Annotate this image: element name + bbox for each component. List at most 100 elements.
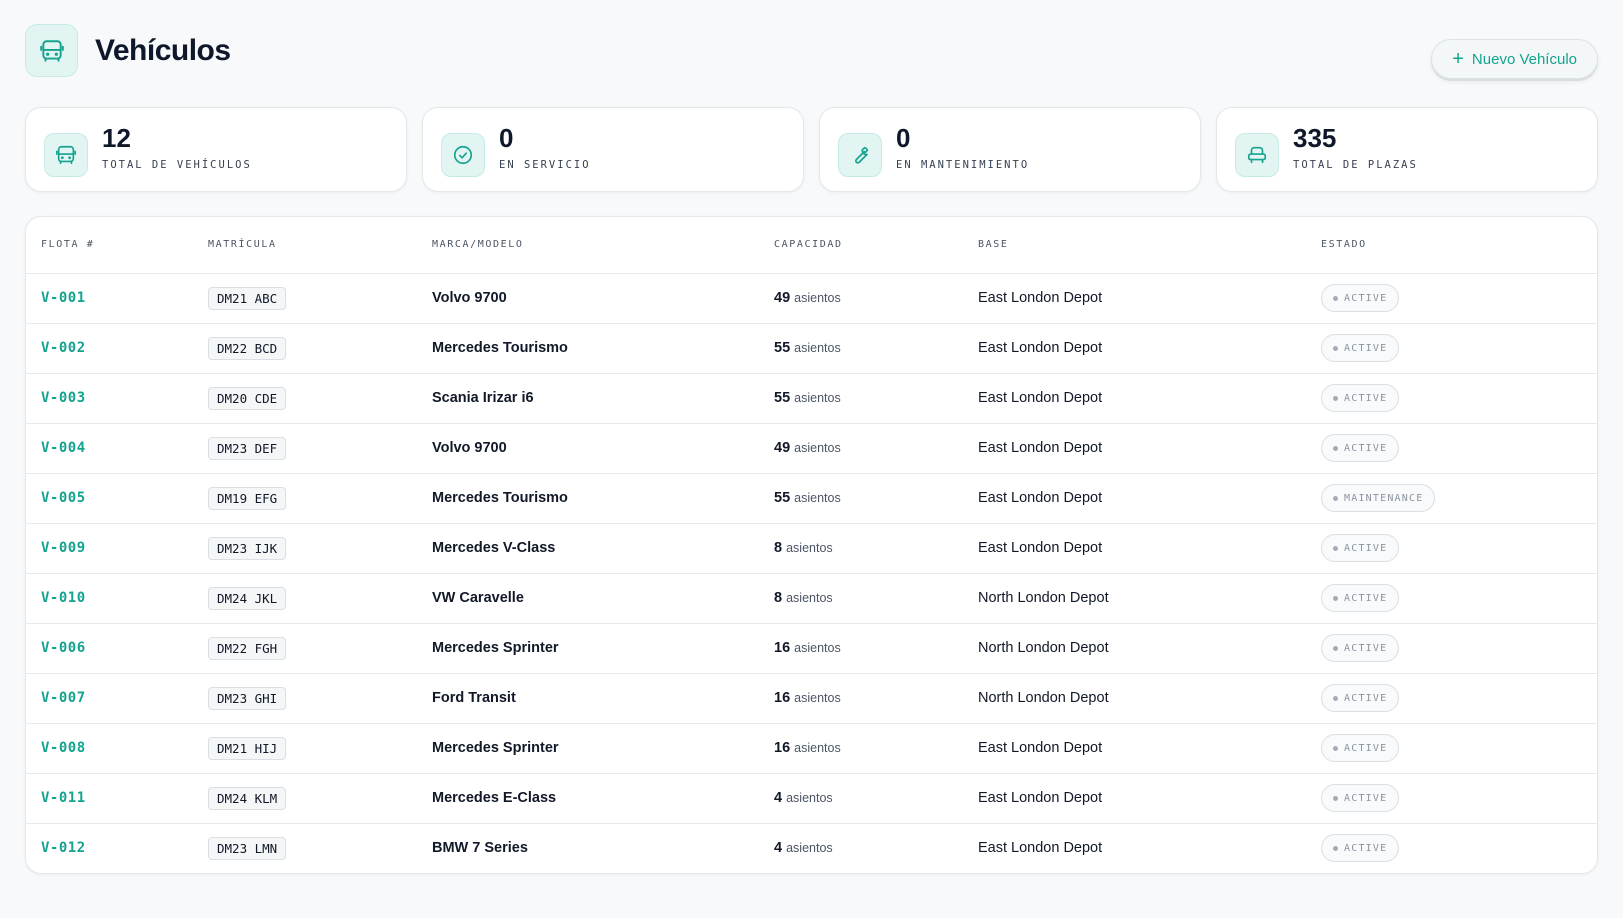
- stat-label: EN SERVICIO: [499, 158, 591, 171]
- status-dot-icon: [1333, 695, 1338, 701]
- fleet-number-link[interactable]: V-008: [41, 740, 86, 756]
- capacity-unit: asientos: [786, 841, 833, 856]
- status-dot-icon: [1333, 795, 1338, 801]
- table-row[interactable]: V-007 DM23 GHI Ford Transit 16 asientos Nort…: [26, 673, 1597, 724]
- table-row[interactable]: V-002 DM22 BCD Mercedes Tourismo 55 asiento…: [26, 323, 1597, 374]
- bus-icon: [25, 24, 78, 77]
- vehicle-base: North London Depot: [978, 590, 1109, 606]
- column-header-base[interactable]: BASE: [978, 217, 1321, 274]
- plate-tag: DM19 EFG: [208, 486, 287, 510]
- capacity-unit: asientos: [794, 291, 841, 305]
- vehicle-base: East London Depot: [978, 740, 1103, 756]
- status-text: ACTIVE: [1344, 592, 1388, 604]
- plate-tag: DM23 LMN: [208, 836, 287, 860]
- status-badge: ACTIVE: [1321, 384, 1400, 412]
- capacity-value: 16: [774, 740, 791, 756]
- table-row[interactable]: V-008 DM21 HIJ Mercedes Sprinter 16 asiento…: [26, 723, 1597, 774]
- status-text: ACTIVE: [1344, 292, 1388, 304]
- vehicle-base: East London Depot: [978, 440, 1103, 456]
- status-dot-icon: [1333, 345, 1338, 351]
- capacity-value: 8: [774, 540, 783, 556]
- fleet-number-link[interactable]: V-007: [41, 690, 86, 706]
- status-dot-icon: [1333, 745, 1338, 751]
- status-text: ACTIVE: [1344, 392, 1388, 404]
- capacity-unit: asientos: [794, 741, 841, 755]
- plate-tag: DM23 IJK: [208, 536, 287, 560]
- vehicle-base: East London Depot: [978, 840, 1103, 857]
- stat-label: EN MANTENIMIENTO: [896, 158, 1030, 171]
- status-dot-icon: [1333, 445, 1338, 451]
- table-row[interactable]: V-004 DM23 DEF Volvo 9700 49 asientos East L…: [26, 423, 1597, 474]
- status-badge: ACTIVE: [1321, 734, 1400, 762]
- capacity-unit: asientos: [794, 641, 841, 655]
- table-row[interactable]: V-010 DM24 JKL VW Caravelle 8 asientos North…: [26, 573, 1597, 624]
- fleet-number-link[interactable]: V-009: [41, 540, 86, 556]
- fleet-number-link[interactable]: V-010: [41, 590, 86, 606]
- column-header-status[interactable]: ESTADO: [1321, 217, 1597, 274]
- vehicle-model: Mercedes Sprinter: [432, 640, 559, 656]
- column-header-fleet[interactable]: FLOTA #: [26, 217, 208, 274]
- status-badge: ACTIVE: [1321, 684, 1400, 712]
- column-header-plate[interactable]: MATRÍCULA: [208, 217, 432, 274]
- fleet-number-link[interactable]: V-012: [41, 840, 86, 856]
- table-row[interactable]: V-012 DM23 LMN BMW 7 Series 4 asientos East …: [26, 823, 1597, 873]
- stat-label: TOTAL DE PLAZAS: [1293, 158, 1418, 171]
- vehicle-model: Scania Irizar i6: [432, 390, 534, 406]
- plate-tag: DM20 CDE: [208, 386, 287, 410]
- stat-label: TOTAL DE VEHÍCULOS: [102, 158, 252, 171]
- plate-tag: DM21 ABC: [208, 286, 287, 310]
- fleet-number-link[interactable]: V-005: [41, 490, 86, 506]
- fleet-number-link[interactable]: V-003: [41, 390, 86, 406]
- stat-value: 335: [1293, 122, 1337, 153]
- fleet-number-link[interactable]: V-011: [41, 790, 86, 806]
- status-text: MAINTENANCE: [1344, 492, 1424, 504]
- capacity-unit: asientos: [794, 341, 841, 355]
- new-vehicle-button[interactable]: + Nuevo Vehículo: [1431, 39, 1598, 79]
- table-row[interactable]: V-006 DM22 FGH Mercedes Sprinter 16 asiento…: [26, 623, 1597, 674]
- bus-icon: [44, 132, 88, 177]
- status-badge: ACTIVE: [1321, 534, 1400, 562]
- fleet-number-link[interactable]: V-001: [41, 290, 86, 306]
- status-text: ACTIVE: [1344, 792, 1388, 804]
- status-dot-icon: [1333, 295, 1338, 301]
- vehicle-model: Mercedes Tourismo: [432, 340, 568, 356]
- table-row[interactable]: V-009 DM23 IJK Mercedes V-Class 8 asientos E…: [26, 523, 1597, 574]
- page-title: Vehículos: [95, 33, 231, 67]
- vehicle-model: BMW 7 Series: [432, 840, 528, 857]
- vehicle-base: East London Depot: [978, 790, 1103, 806]
- vehicles-table: FLOTA # MATRÍCULA MARCA/MODELO CAPACIDAD…: [26, 217, 1597, 873]
- capacity-unit: asientos: [786, 541, 833, 555]
- table-row[interactable]: V-003 DM20 CDE Scania Irizar i6 55 asientos…: [26, 373, 1597, 424]
- status-dot-icon: [1333, 845, 1338, 851]
- plate-tag: DM24 JKL: [208, 586, 287, 610]
- plate-tag: DM24 KLM: [208, 786, 287, 810]
- stat-card-total-seats: 335 TOTAL DE PLAZAS: [1216, 107, 1598, 192]
- table-row[interactable]: V-011 DM24 KLM Mercedes E-Class 4 asientos E…: [26, 773, 1597, 824]
- vehicle-base: East London Depot: [978, 540, 1103, 556]
- plate-tag: DM23 GHI: [208, 686, 287, 710]
- status-badge: ACTIVE: [1321, 784, 1400, 812]
- vehicle-model: Mercedes E-Class: [432, 790, 557, 806]
- capacity-unit: asientos: [794, 691, 841, 705]
- table-header-row: FLOTA # MATRÍCULA MARCA/MODELO CAPACIDAD…: [26, 217, 1597, 274]
- column-header-capacity[interactable]: CAPACIDAD: [774, 217, 978, 274]
- fleet-number-link[interactable]: V-004: [41, 440, 86, 456]
- seat-icon: [1235, 132, 1279, 177]
- vehicle-model: Volvo 9700: [432, 440, 507, 456]
- column-header-model[interactable]: MARCA/MODELO: [432, 217, 774, 274]
- table-row[interactable]: V-005 DM19 EFG Mercedes Tourismo 55 asiento…: [26, 473, 1597, 524]
- fleet-number-link[interactable]: V-006: [41, 640, 86, 656]
- status-dot-icon: [1333, 395, 1338, 401]
- table-row[interactable]: V-001 DM21 ABC Volvo 9700 49 asientos East L…: [26, 273, 1597, 324]
- status-badge: ACTIVE: [1321, 284, 1400, 312]
- stat-value: 0: [896, 122, 911, 153]
- stat-value: 0: [499, 122, 514, 153]
- status-text: ACTIVE: [1344, 342, 1388, 354]
- status-badge: ACTIVE: [1321, 334, 1400, 362]
- plate-tag: DM21 HIJ: [208, 736, 287, 760]
- vehicle-base: East London Depot: [978, 390, 1103, 406]
- fleet-number-link[interactable]: V-002: [41, 340, 86, 356]
- status-text: ACTIVE: [1344, 642, 1388, 654]
- capacity-unit: asientos: [786, 791, 833, 805]
- stat-card-maintenance: 0 EN MANTENIMIENTO: [819, 107, 1201, 192]
